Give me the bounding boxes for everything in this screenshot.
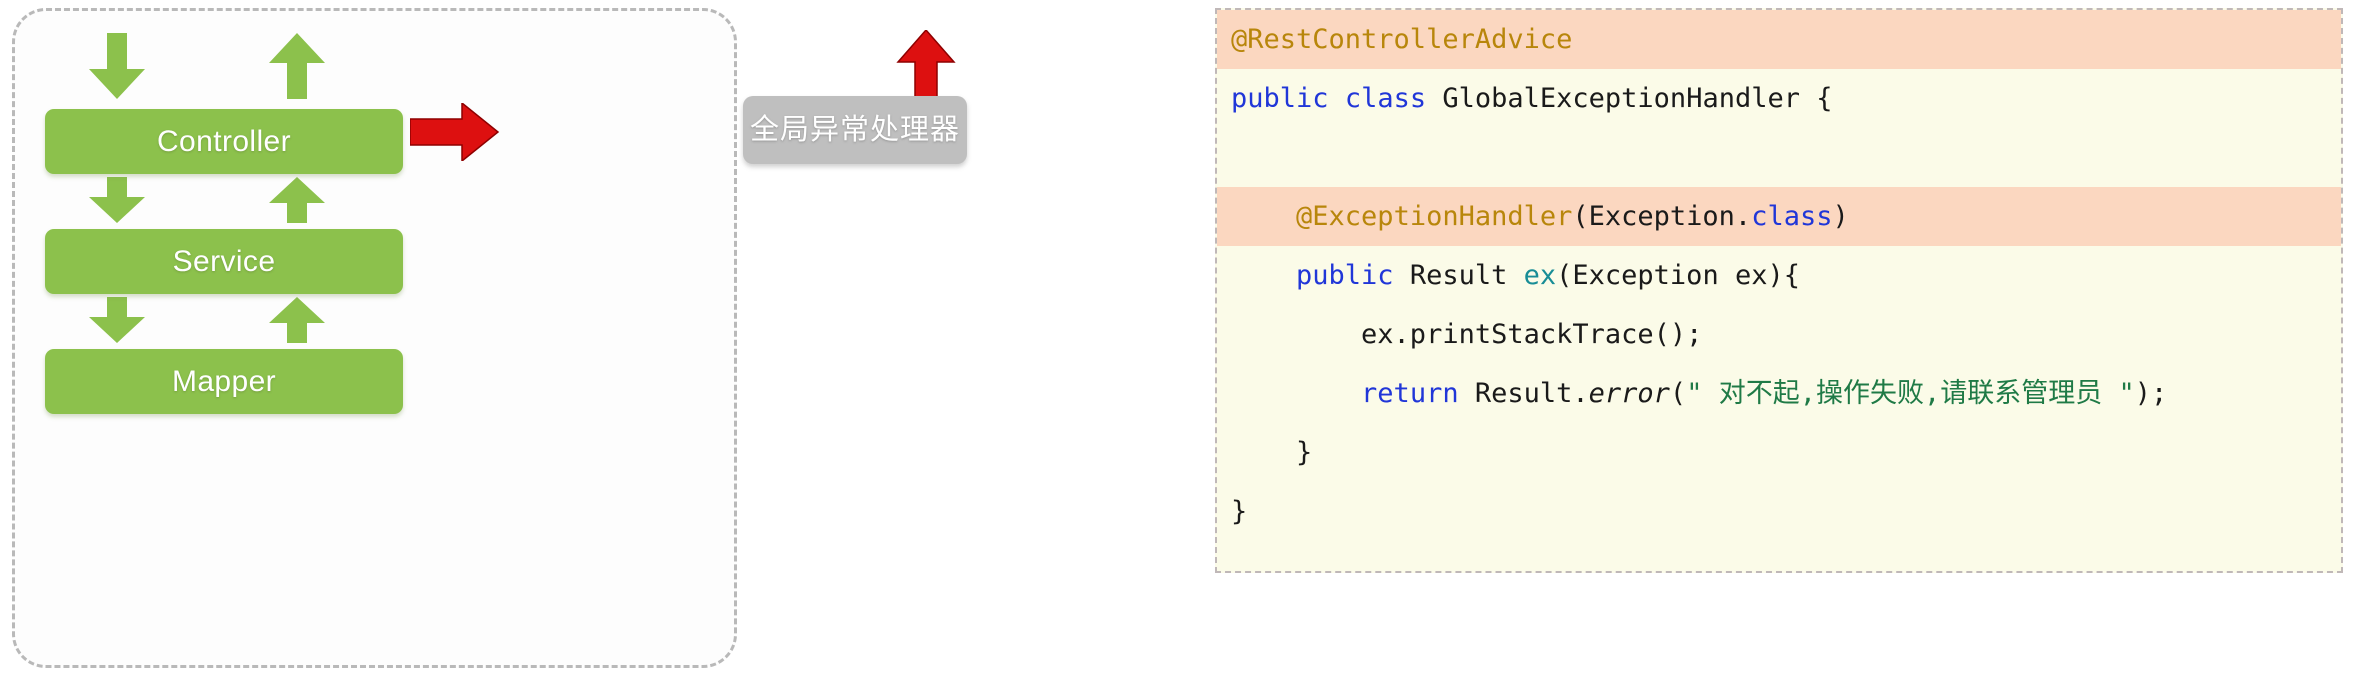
architecture-panel: Controller Service Mapper [12, 8, 737, 668]
global-exception-handler-node[interactable]: 全局异常处理器 [743, 96, 967, 164]
code-line: public class GlobalExceptionHandler { [1217, 69, 2341, 128]
code-token: ) [1832, 201, 1849, 232]
code-token: " 对不起,操作失败,请联系管理员 " [1686, 378, 2135, 409]
arrow-up-icon [269, 33, 325, 99]
code-line: return Result. error(" 对不起,操作失败,请联系管理员 ")… [1217, 364, 2341, 423]
code-line: @RestControllerAdvice [1217, 10, 2341, 69]
screenshot-root: Controller Service Mapper 全局异常处理器 @RestC… [0, 0, 2358, 686]
code-block-panel[interactable]: @RestControllerAdvice public class Global… [1215, 8, 2343, 573]
code-line: @ExceptionHandler (Exception. class) [1217, 187, 2341, 246]
global-exception-handler-label: 全局异常处理器 [749, 113, 960, 146]
arrow-up-icon [269, 297, 325, 343]
code-token: return [1361, 378, 1459, 409]
code-token: ex.printStackTrace(); [1231, 319, 1703, 350]
code-token: (Exception ex){ [1556, 260, 1800, 291]
code-token: ex [1523, 260, 1557, 291]
code-token: } [1231, 437, 1313, 468]
code-token: public [1231, 83, 1329, 114]
code-token: @RestControllerAdvice [1231, 24, 1573, 55]
code-line: public Result ex (Exception ex){ [1217, 246, 2341, 305]
layer-label: Controller [156, 124, 292, 158]
code-token: ( [1669, 378, 1687, 409]
code-token: { [1799, 83, 1833, 114]
arrow-down-icon [89, 177, 145, 223]
layer-box-service[interactable]: Service [45, 229, 403, 294]
code-token: Result. [1458, 378, 1589, 409]
code-token: public [1296, 260, 1394, 291]
arrow-down-icon [89, 297, 145, 343]
code-token: (Exception. [1572, 201, 1752, 232]
arrow-up-icon [896, 30, 956, 100]
code-line: } [1217, 423, 2341, 482]
code-token: } [1231, 496, 1248, 527]
arrow-down-icon [89, 33, 145, 99]
layer-box-controller[interactable]: Controller [45, 109, 403, 174]
code-token: Result [1393, 260, 1524, 291]
code-token: class [1751, 201, 1833, 232]
code-token: error [1588, 378, 1670, 409]
code-token: ); [2134, 378, 2168, 409]
code-line: } [1217, 482, 2341, 541]
layer-label: Mapper [171, 364, 277, 398]
arrow-right-icon [410, 103, 500, 161]
code-token: class [1344, 83, 1427, 114]
arrow-up-icon [269, 177, 325, 223]
code-token: GlobalExceptionHandler [1442, 83, 1800, 114]
code-line: ex.printStackTrace(); [1217, 305, 2341, 364]
layer-label: Service [172, 244, 276, 278]
layer-box-mapper[interactable]: Mapper [45, 349, 403, 414]
code-token: @ExceptionHandler [1296, 201, 1573, 232]
